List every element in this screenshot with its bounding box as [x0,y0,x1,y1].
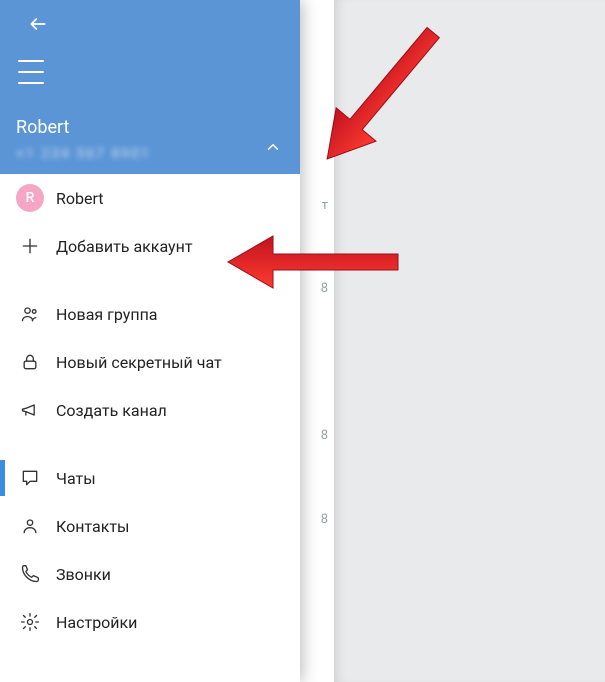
menu-separator [0,270,300,290]
megaphone-icon [20,400,40,420]
create-channel-button[interactable]: Создать канал [0,386,300,434]
menu-label: Чаты [56,469,96,488]
active-indicator [0,460,5,496]
chats-button[interactable]: Чаты [0,454,300,502]
settings-button[interactable]: Настройки [0,598,300,646]
menu-label: Новый секретный чат [56,353,222,372]
lock-icon [20,352,40,372]
menu-label: Создать канал [56,401,167,420]
group-icon [20,304,40,324]
contacts-button[interactable]: Контакты [0,502,300,550]
account-name: Robert [16,117,69,138]
navigation-drawer: Robert +1 234 567 8901 R Robert Добавить… [0,0,300,682]
peek-text: 8 [321,281,328,296]
hamburger-icon [18,60,44,62]
menu-separator [0,434,300,454]
app-root: т 8 8 8 Robert +1 234 567 8901 R [0,0,605,682]
chat-background [335,0,605,682]
chevron-up-icon [264,138,282,156]
menu-label: Звонки [56,565,111,584]
menu-label: Настройки [56,613,137,632]
contacts-icon [20,516,40,536]
peek-text: 8 [321,512,328,527]
peek-text: т [322,198,328,213]
avatar: R [16,184,44,212]
calls-button[interactable]: Звонки [0,550,300,598]
account-phone: +1 234 567 8901 [16,146,151,162]
gear-icon [20,612,40,632]
account-label: Robert [56,189,104,208]
chat-list-peek: т 8 8 8 [300,0,335,682]
account-item-current[interactable]: R Robert [0,174,300,222]
drawer-menu: R Robert Добавить аккаунт Новая группа [0,174,300,682]
add-account-button[interactable]: Добавить аккаунт [0,222,300,270]
drawer-header: Robert +1 234 567 8901 [0,0,300,174]
menu-label: Новая группа [56,305,158,324]
back-button[interactable] [24,10,52,38]
peek-text: 8 [321,428,328,443]
menu-label: Контакты [56,517,129,536]
chat-icon [20,468,40,488]
phone-icon [20,564,40,584]
secret-chat-button[interactable]: Новый секретный чат [0,338,300,386]
new-group-button[interactable]: Новая группа [0,290,300,338]
menu-button[interactable] [18,60,48,84]
add-account-label: Добавить аккаунт [56,237,193,256]
arrow-left-icon [28,14,48,34]
accounts-toggle[interactable] [260,134,286,160]
plus-icon [20,236,40,256]
